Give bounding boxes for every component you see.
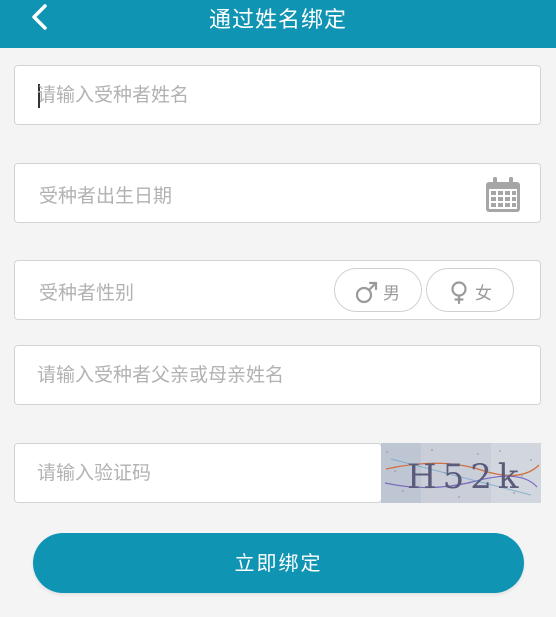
female-icon	[451, 281, 467, 304]
captcha-text: H52k	[407, 457, 525, 497]
captcha-input[interactable]	[37, 444, 357, 502]
name-field[interactable]	[14, 65, 541, 125]
captcha-image[interactable]: H52k	[381, 443, 541, 503]
gender-female-label: 女	[475, 284, 492, 304]
page-title: 通过姓名绑定	[208, 8, 347, 33]
male-icon	[355, 281, 378, 304]
captcha-field[interactable]	[14, 443, 382, 503]
parent-name-input[interactable]	[37, 346, 507, 404]
birthdate-label: 受种者出生日期	[39, 185, 173, 207]
calendar-icon[interactable]	[484, 176, 522, 214]
gender-field: 受种者性别 男 女	[14, 260, 541, 320]
birthdate-field[interactable]: 受种者出生日期	[14, 163, 541, 223]
parent-name-field[interactable]	[14, 345, 541, 405]
gender-label: 受种者性别	[39, 282, 135, 304]
gender-male-button[interactable]: 男	[334, 268, 422, 312]
app-header: 通过姓名绑定	[0, 0, 556, 48]
gender-female-button[interactable]: 女	[426, 268, 514, 312]
name-input[interactable]	[37, 66, 507, 124]
gender-male-label: 男	[383, 284, 400, 304]
bind-now-button[interactable]: 立即绑定	[33, 533, 524, 593]
